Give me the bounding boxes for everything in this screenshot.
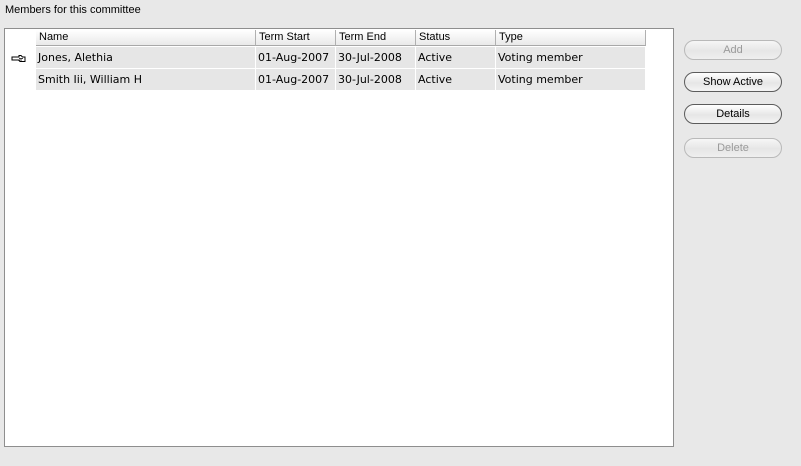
cell-name: Smith Iii, William H xyxy=(36,69,256,90)
cell-type: Voting member xyxy=(496,47,646,68)
cell-term-end: 30-Jul-2008 xyxy=(336,47,416,68)
cell-status: Active xyxy=(416,69,496,90)
column-header-term-end[interactable]: Term End xyxy=(336,30,416,46)
add-button[interactable]: Add xyxy=(684,40,782,60)
delete-button[interactable]: Delete xyxy=(684,138,782,158)
column-header-name[interactable]: Name xyxy=(36,30,256,46)
cell-status: Active xyxy=(416,47,496,68)
column-header-term-start[interactable]: Term Start xyxy=(256,30,336,46)
section-label: Members for this committee xyxy=(5,4,141,16)
cell-term-start: 01-Aug-2007 xyxy=(256,47,336,68)
cell-term-end: 30-Jul-2008 xyxy=(336,69,416,90)
column-header-type[interactable]: Type xyxy=(496,30,646,46)
members-table-panel[interactable]: Name Term Start Term End Status Type Jon… xyxy=(4,28,674,447)
table-row[interactable]: Smith Iii, William H 01-Aug-2007 30-Jul-… xyxy=(36,69,646,90)
details-button[interactable]: Details xyxy=(684,104,782,124)
pointing-hand-icon xyxy=(11,55,26,62)
members-table: Name Term Start Term End Status Type Jon… xyxy=(36,30,646,90)
table-header: Name Term Start Term End Status Type xyxy=(36,30,646,46)
cell-type: Voting member xyxy=(496,69,646,90)
show-active-button[interactable]: Show Active xyxy=(684,72,782,92)
column-header-status[interactable]: Status xyxy=(416,30,496,46)
cell-name: Jones, Alethia xyxy=(36,47,256,68)
cell-term-start: 01-Aug-2007 xyxy=(256,69,336,90)
table-row[interactable]: Jones, Alethia 01-Aug-2007 30-Jul-2008 A… xyxy=(36,47,646,68)
